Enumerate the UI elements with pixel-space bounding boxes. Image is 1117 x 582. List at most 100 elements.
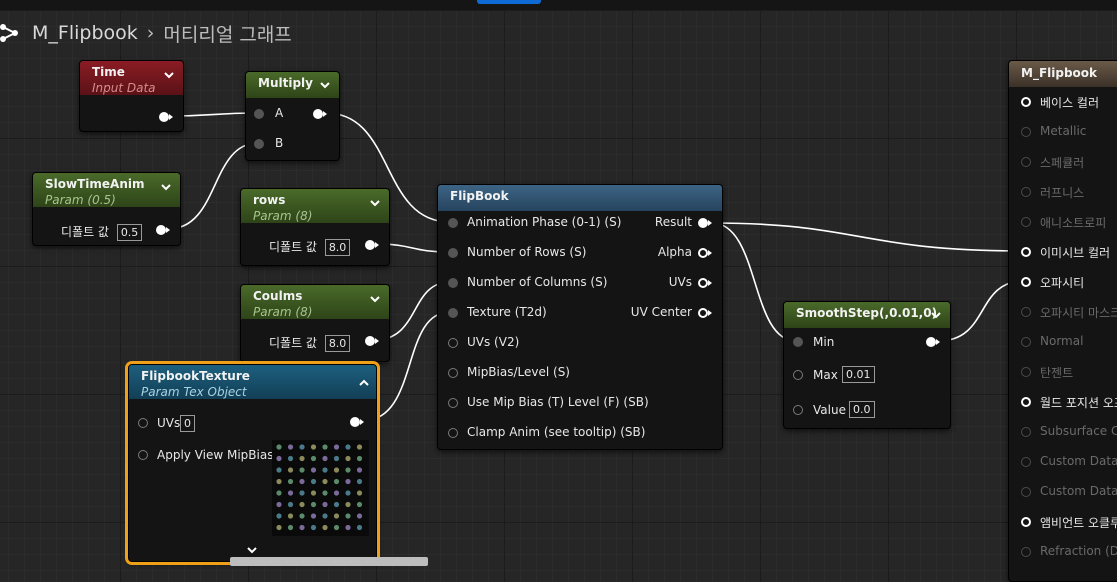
flipbooktexture-node[interactable]: FlipbookTexture Param Tex Object UVs 0 A… bbox=[125, 361, 380, 565]
chevron-down-icon[interactable] bbox=[369, 197, 381, 209]
toolbar-tab-button[interactable] bbox=[477, 0, 541, 4]
multiply-node[interactable]: Multiply A B bbox=[245, 71, 340, 161]
multiply-input-a-pin[interactable] bbox=[254, 109, 264, 119]
smoothstep-min-pin[interactable] bbox=[793, 337, 803, 347]
material-result-header[interactable]: M_Flipbook bbox=[1009, 61, 1117, 87]
flipbook-output-pin[interactable] bbox=[698, 218, 708, 228]
material-input-pin[interactable] bbox=[1021, 247, 1031, 257]
flipbook-frame-dot bbox=[356, 490, 363, 496]
flipbook-input-pin[interactable] bbox=[448, 398, 458, 408]
material-input-pin[interactable] bbox=[1021, 97, 1031, 107]
breadcrumb-asset[interactable]: M_Flipbook bbox=[32, 22, 138, 44]
flipbook-input-label: Animation Phase (0-1) (S) bbox=[467, 215, 622, 229]
material-input-pin[interactable] bbox=[1021, 457, 1031, 467]
material-input-pin[interactable] bbox=[1021, 307, 1031, 317]
material-result-node[interactable]: M_Flipbook 베이스 컬러 Metallic 스페큘러 러프니스 애니소트로피 이… bbox=[1008, 60, 1117, 582]
flipbook-input-pin[interactable] bbox=[448, 308, 458, 318]
flipbook-frame-dot bbox=[299, 478, 305, 485]
texture-uvs-value[interactable]: 0 bbox=[180, 415, 195, 432]
flipbook-input-pin[interactable] bbox=[448, 278, 458, 288]
flipbook-frame-dot bbox=[333, 455, 340, 462]
flipbook-input-pin[interactable] bbox=[448, 338, 458, 348]
flipbook-node-title: FlipBook bbox=[450, 189, 509, 203]
chevron-down-icon[interactable] bbox=[163, 69, 175, 81]
flipbook-output-pin[interactable] bbox=[698, 248, 708, 258]
smoothstep-max-value[interactable]: 0.01 bbox=[842, 366, 875, 383]
smoothstep-node-header[interactable]: SmoothStep(,0.01,0) bbox=[784, 302, 950, 328]
flipbook-output-pin[interactable] bbox=[698, 308, 708, 318]
texture-mipbias-pin[interactable] bbox=[138, 450, 148, 460]
flipbook-input-pin[interactable] bbox=[448, 248, 458, 258]
breadcrumb: M_Flipbook › 머티리얼 그래프 bbox=[0, 18, 292, 48]
material-input-pin[interactable] bbox=[1021, 277, 1031, 287]
flipbook-node[interactable]: FlipBook Animation Phase (0-1) (S) Number… bbox=[437, 184, 723, 450]
material-input-pin[interactable] bbox=[1021, 187, 1031, 197]
coulms-default-label: 디폴트 값 bbox=[269, 336, 317, 350]
flipbook-output-pin[interactable] bbox=[698, 278, 708, 288]
flipbook-frame-dot bbox=[310, 467, 317, 473]
breadcrumb-graph[interactable]: 머티리얼 그래프 bbox=[163, 20, 291, 47]
chevron-down-icon[interactable] bbox=[930, 309, 942, 321]
flipbook-frame-dot bbox=[276, 467, 282, 473]
smoothstep-value-value[interactable]: 0.0 bbox=[849, 401, 875, 418]
flipbook-frame-dot bbox=[345, 455, 351, 462]
rows-default-value[interactable]: 8.0 bbox=[324, 239, 351, 256]
time-node[interactable]: Time Input Data bbox=[79, 60, 184, 132]
material-input-pin[interactable] bbox=[1021, 157, 1031, 167]
flipbook-output-label: Result bbox=[654, 215, 692, 229]
graph-icon bbox=[0, 24, 18, 42]
slowtimeanim-node-subtitle: Param (0.5) bbox=[45, 193, 116, 207]
rows-output-pin[interactable] bbox=[365, 240, 375, 250]
coulms-default-value[interactable]: 8.0 bbox=[324, 335, 351, 352]
smoothstep-max-pin[interactable] bbox=[793, 370, 803, 380]
rows-node-header[interactable]: rows Param (8) bbox=[241, 189, 389, 223]
flipbook-frame-dot bbox=[276, 478, 282, 485]
flipbook-frame-dot bbox=[299, 467, 305, 473]
flipbook-frame-dot bbox=[322, 501, 328, 508]
flipbooktexture-node-header[interactable]: FlipbookTexture Param Tex Object bbox=[129, 365, 376, 399]
material-input-pin[interactable] bbox=[1021, 397, 1031, 407]
material-input-pin[interactable] bbox=[1021, 127, 1031, 137]
coulms-output-pin[interactable] bbox=[365, 336, 375, 346]
material-input-pin[interactable] bbox=[1021, 337, 1031, 347]
rows-output-arrow-icon bbox=[375, 242, 379, 248]
flipbook-frame-dot bbox=[299, 524, 305, 531]
multiply-output-pin[interactable] bbox=[313, 109, 323, 119]
flipbook-input-pin[interactable] bbox=[448, 368, 458, 378]
flipbook-frame-dot bbox=[322, 455, 328, 462]
material-input-pin[interactable] bbox=[1021, 367, 1031, 377]
material-input-pin[interactable] bbox=[1021, 547, 1031, 557]
slowtimeanim-output-pin[interactable] bbox=[156, 225, 166, 235]
material-input-pin[interactable] bbox=[1021, 217, 1031, 227]
expand-down-icon[interactable] bbox=[246, 544, 258, 556]
texture-uvs-pin[interactable] bbox=[138, 418, 148, 428]
texture-output-pin[interactable] bbox=[350, 417, 360, 427]
rows-node[interactable]: rows Param (8) 디폴트 값 8.0 bbox=[240, 188, 390, 266]
material-input-label: 앰비언트 오클루전 bbox=[1040, 516, 1117, 530]
slowtimeanim-node[interactable]: SlowTimeAnim Param (0.5) 디폴트 값 0.5 bbox=[32, 172, 181, 246]
smoothstep-output-pin[interactable] bbox=[926, 337, 936, 347]
horizontal-scrollbar[interactable] bbox=[230, 557, 428, 566]
slowtimeanim-node-header[interactable]: SlowTimeAnim Param (0.5) bbox=[33, 173, 180, 207]
flipbook-input-pin[interactable] bbox=[448, 218, 458, 228]
flipbook-input-pin[interactable] bbox=[448, 428, 458, 438]
multiply-node-header[interactable]: Multiply bbox=[246, 72, 339, 98]
chevron-down-icon[interactable] bbox=[319, 79, 331, 91]
flipbook-node-header[interactable]: FlipBook bbox=[438, 185, 722, 211]
coulms-node[interactable]: Coulms Param (8) 디폴트 값 8.0 bbox=[240, 284, 390, 362]
smoothstep-value-pin[interactable] bbox=[793, 405, 803, 415]
material-input-pin[interactable] bbox=[1021, 517, 1031, 527]
smoothstep-node[interactable]: SmoothStep(,0.01,0) Min Max 0.01 Value 0… bbox=[783, 301, 951, 429]
time-node-header[interactable]: Time Input Data bbox=[80, 61, 183, 95]
material-input-pin[interactable] bbox=[1021, 427, 1031, 437]
slowtimeanim-default-value[interactable]: 0.5 bbox=[116, 224, 143, 241]
coulms-node-header[interactable]: Coulms Param (8) bbox=[241, 285, 389, 319]
multiply-input-b-pin[interactable] bbox=[254, 139, 264, 149]
chevron-down-icon[interactable] bbox=[369, 293, 381, 305]
chevron-up-icon[interactable] bbox=[358, 377, 370, 389]
chevron-down-icon[interactable] bbox=[160, 181, 172, 193]
material-input-pin[interactable] bbox=[1021, 487, 1031, 497]
time-output-pin[interactable] bbox=[159, 112, 169, 122]
slowtimeanim-output-arrow-icon bbox=[166, 227, 170, 233]
flipbook-frame-dot bbox=[333, 513, 340, 519]
